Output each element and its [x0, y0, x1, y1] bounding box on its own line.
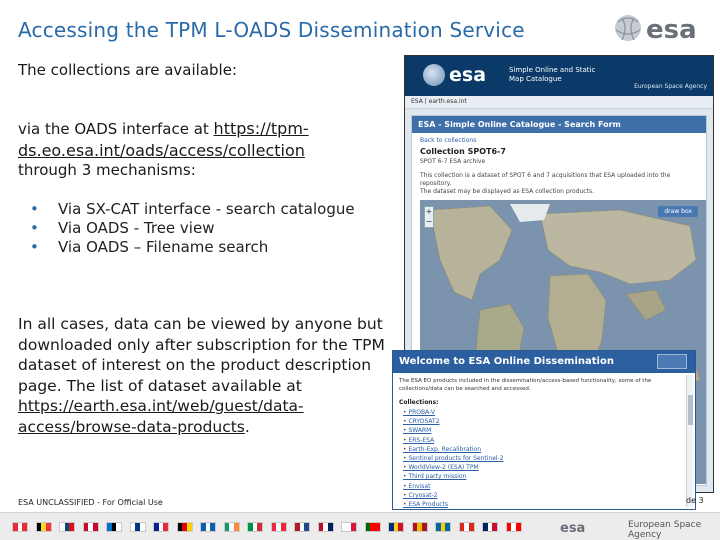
header-thumbnail [657, 354, 687, 369]
esa-logo-icon: esa [615, 15, 697, 45]
dissemination-screenshot: Welcome to ESA Online Dissemination The … [392, 350, 696, 510]
member-flag-icon [12, 522, 28, 532]
mechanism-item: • Via OADS - Tree view [30, 219, 355, 238]
member-flag-icon [435, 522, 451, 532]
bullet-suffix: - Tree view [128, 219, 215, 237]
member-flag-icon [294, 522, 310, 532]
member-flag-icon [153, 522, 169, 532]
mechanisms-intro: through 3 mechanisms: [18, 161, 196, 179]
catalogue-header: esa Simple Online and Static Map Catalog… [405, 56, 713, 96]
search-form-title: ESA - Simple Online Catalogue - Search F… [412, 116, 706, 133]
bullet-emphasis: OADS [86, 238, 129, 256]
bullet-suffix: – Filename search [128, 238, 269, 256]
bullet-prefix: Via [58, 238, 87, 256]
download-paragraph: In all cases, data can be viewed by anyo… [18, 314, 400, 437]
collection-link[interactable]: ESA Products [403, 500, 689, 509]
bullet-prefix: Via [58, 219, 87, 237]
zoom-control[interactable]: +− [424, 206, 434, 228]
collection-link[interactable]: Earth-Exp. Recalibration [403, 445, 689, 454]
dissemination-scrollbar[interactable] [686, 375, 693, 507]
classification-footer: ESA UNCLASSIFIED - For Official Use [18, 498, 163, 507]
catalogue-agency: European Space Agency [634, 83, 707, 90]
mechanism-list: • Via SX-CAT interface - search catalogue… [30, 200, 355, 257]
bullet-suffix: - search catalogue [210, 200, 355, 218]
collection-subtitle: SPOT 6-7 ESA archive [420, 158, 486, 165]
collection-description-1: This collection is a dataset of SPOT 6 a… [420, 172, 671, 187]
member-flag-icon [341, 522, 357, 532]
member-flag-icon [270, 522, 287, 532]
footer-esa-logo-icon: esa [560, 521, 585, 534]
draw-box-button[interactable]: draw box [658, 206, 698, 217]
paragraph-text: In all cases, data can be viewed by anyo… [18, 315, 385, 395]
mechanism-item: • Via OADS – Filename search [30, 238, 355, 257]
member-flag-icon [106, 522, 122, 532]
catalogue-breadcrumb[interactable]: ESA | earth.esa.int [405, 96, 713, 109]
bullet-emphasis: OADS [86, 219, 129, 237]
bullet-icon: • [30, 238, 39, 256]
oads-interface-text: via the OADS interface at https://tpm-ds… [18, 118, 378, 162]
via-prefix: via the OADS interface at [18, 120, 214, 138]
slide-number: de 3 [686, 496, 704, 505]
svg-text:esa: esa [646, 15, 697, 45]
dissemination-body: The ESA EO products included in the diss… [399, 378, 652, 392]
dissemination-title: Welcome to ESA Online Dissemination [399, 356, 614, 367]
member-flag-icon [35, 522, 52, 532]
bullet-prefix: Via [58, 200, 87, 218]
bullet-emphasis: SX-CAT interface [86, 200, 211, 218]
member-flag-icon [59, 522, 75, 532]
browse-products-link[interactable]: https://earth.esa.int/web/guest/data-acc… [18, 397, 304, 436]
bullet-icon: • [30, 219, 39, 237]
collection-link[interactable]: PROBA-V [403, 408, 689, 417]
collection-link[interactable]: Third party mission [403, 472, 689, 481]
member-flag-icon [388, 522, 404, 532]
collection-description-2: The dataset may be displayed as ESA coll… [420, 188, 594, 195]
collection-link[interactable]: ERS-ESA [403, 436, 689, 445]
catalogue-subtitle: Simple Online and Static Map Catalogue [509, 66, 596, 83]
member-flag-icon [364, 522, 381, 532]
collection-link[interactable]: Cryosat-2 [403, 491, 689, 500]
member-flag-icon [129, 522, 146, 532]
member-flag-icon [411, 522, 428, 532]
member-flag-icon [223, 522, 240, 532]
collection-link[interactable]: SWARM [403, 426, 689, 435]
member-flag-icon [247, 522, 263, 532]
slide-title: Accessing the TPM L-OADS Dissemination S… [18, 18, 525, 42]
collection-link[interactable]: CRYOSAT2 [403, 417, 689, 426]
globe-icon [423, 64, 445, 86]
catalogue-logo: esa [449, 64, 487, 86]
paragraph-end: . [244, 417, 250, 436]
collections-label: Collections: [399, 399, 439, 406]
collections-list: PROBA-V CRYOSAT2 SWARM ERS-ESA Earth-Exp… [393, 408, 695, 509]
svg-text:esa: esa [560, 521, 585, 534]
footer-agency-name: European Space Agency [628, 520, 702, 540]
dissemination-header: Welcome to ESA Online Dissemination [393, 351, 695, 373]
member-flag-icon [200, 522, 216, 532]
member-flag-icon [176, 522, 193, 532]
member-flag-icon [82, 522, 99, 532]
intro-text: The collections are available: [18, 61, 238, 79]
member-flag-icon [458, 522, 475, 532]
member-flag-icon [505, 522, 522, 532]
collection-link[interactable]: Envisat [403, 482, 689, 491]
bullet-icon: • [30, 200, 39, 218]
member-state-flags-bar [0, 512, 720, 540]
member-flag-icon [317, 522, 334, 532]
collection-link[interactable]: Sentinel products for Sentinel-2 [403, 454, 689, 463]
collection-name: Collection SPOT6-7 [420, 147, 506, 156]
member-flag-icon [482, 522, 498, 532]
collection-link[interactable]: WorldView-2 (ESA) TPM [403, 463, 689, 472]
scrollbar-thumb[interactable] [688, 395, 693, 425]
mechanism-item: • Via SX-CAT interface - search catalogue [30, 200, 355, 219]
back-to-collections-link[interactable]: Back to collections [412, 133, 706, 145]
